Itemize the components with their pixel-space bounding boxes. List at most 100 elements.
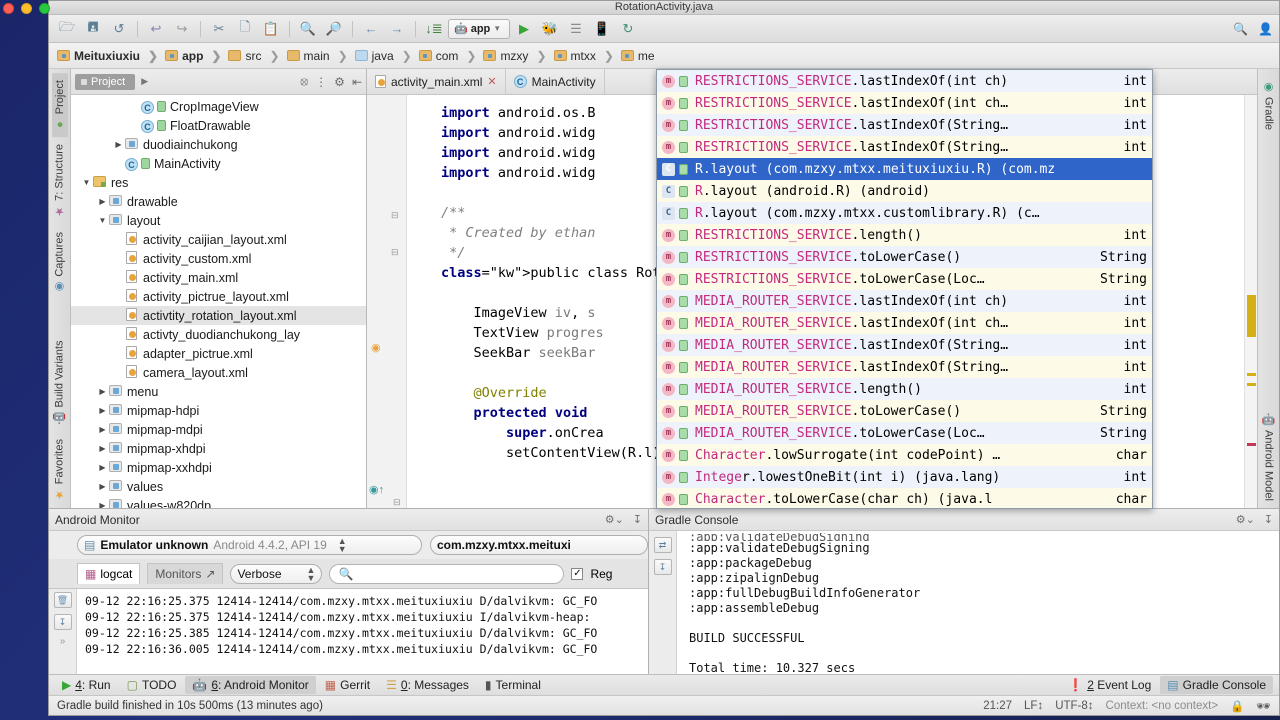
tab-activity-main-xml[interactable]: activity_main.xml ✕ [367,69,506,94]
status-tab-gradle-console[interactable]: ▤ Gradle Console [1160,676,1273,694]
completion-item[interactable]: m RESTRICTIONS_SERVICE .lastIndexOf(int ch… [657,92,1152,114]
chevron-right-icon[interactable]: ▶ [97,463,108,472]
line-separator[interactable]: LF↕ [1024,700,1043,712]
completion-item[interactable]: C R .layout (com.mzxy.mtxx.meituxiuxiu.R) (… [657,158,1152,180]
sidebar-item-gradle[interactable]: ◉ Gradle [1260,73,1277,137]
completion-item[interactable]: m Intege r.lowestOneBit(int i) (java.lang)… [657,466,1152,488]
chevron-down-icon[interactable]: ▼ [97,216,108,225]
sidebar-item-favorites[interactable]: ★ Favorites [51,432,68,508]
completion-item[interactable]: m RESTRICTIONS_SERVICE .toLowerCase(Loc… St… [657,268,1152,290]
file-encoding[interactable]: UTF-8↕ [1055,700,1093,712]
status-tab-messages[interactable]: ☰ 0: Messages [379,676,476,694]
editor-marker-bar[interactable] [1244,95,1257,508]
clear-logcat-icon[interactable]: 🗑 [53,592,72,608]
status-tab-gerrit[interactable]: ▦ Gerrit [318,676,377,694]
tree-item[interactable]: ▼ res [71,173,366,192]
completion-item[interactable]: m MEDIA_ROUTER_SERVICE .length() int [657,378,1152,400]
warning-marker[interactable] [1247,295,1256,337]
completion-item[interactable]: m MEDIA_ROUTER_SERVICE .toLowerCase(Loc… St… [657,422,1152,444]
gradle-refresh-icon[interactable]: ↻ [616,18,640,40]
logcat-lines[interactable]: 09-12 22:16:25.375 12414-12414/com.mzxy.… [77,589,648,674]
tree-item[interactable]: C FloatDrawable [71,116,366,135]
breadcrumb-item-me[interactable]: me [620,49,658,63]
fold-icon[interactable]: ⊟ [391,210,399,221]
paste-icon[interactable]: 📋 [259,18,283,40]
override-icon[interactable]: ◉↑ [369,483,384,496]
copy-icon[interactable]: 🗋 [233,18,257,40]
completion-item[interactable]: m RESTRICTIONS_SERVICE .toLowerCase() Strin… [657,246,1152,268]
breadcrumb-item-java[interactable]: java ❯ [354,49,419,63]
breadcrumb-item-mtxx[interactable]: mtxx ❯ [553,49,621,63]
sidebar-item-structure[interactable]: ★ 7: Structure [51,137,68,225]
tree-item[interactable]: ▶ mipmap-hdpi [71,401,366,420]
breadcrumb-item-app[interactable]: app ❯ [165,49,228,63]
logcat-search-input[interactable]: 🔍 [329,563,565,584]
status-tab-event-log[interactable]: ❗ 2 Event Log [1061,676,1158,694]
tree-item[interactable]: ▶ values-w820dp [71,496,366,508]
warning-marker[interactable] [1247,383,1256,386]
chevron-right-icon[interactable]: ▶ [97,501,108,508]
process-selector[interactable]: com.mzxy.mtxx.meituxi [430,535,648,555]
log-level-selector[interactable]: Verbose ▲ ▼ [230,563,323,584]
tree-item[interactable]: ▶ mipmap-xxhdpi [71,458,366,477]
regex-checkbox[interactable]: ✓ [571,567,584,580]
tab-monitors[interactable]: Monitors ↗ [147,563,224,584]
save-icon[interactable]: 🖪 [81,18,105,40]
breadcrumb-item-mzxy[interactable]: mzxy ❯ [483,49,553,63]
caret-position[interactable]: 21:27 [983,700,1012,712]
undo-icon[interactable]: ↩ [144,18,168,40]
fold-icon[interactable]: ⊟ [391,247,399,258]
search-icon[interactable]: 🔍 [1233,22,1248,36]
completion-item[interactable]: C R .layout (com.mzxy.mtxx.customlibrary.R)… [657,202,1152,224]
status-tab-android-monitor[interactable]: 🤖 6: Android Monitor [185,676,316,694]
avatar-icon[interactable]: 👤 [1258,22,1273,36]
gear-icon[interactable]: ⚙⌄ [605,513,624,526]
open-folder-icon[interactable]: 🗁 [55,18,79,40]
sidebar-item-captures[interactable]: ◉ Captures [51,225,68,301]
scroll-end-icon[interactable]: ↧ [53,614,72,630]
sync-icon[interactable]: ↺ [107,18,131,40]
locate-icon[interactable]: ⦻ [300,74,308,89]
status-tab-run[interactable]: ▶ 4: Run [55,676,118,694]
sidebar-item-build-variants[interactable]: 🤖 Build Variants [51,333,68,432]
lock-icon[interactable]: 🔒 [1230,699,1244,713]
redo-icon[interactable]: ↪ [170,18,194,40]
hide-panel-icon[interactable]: ↧ [1264,513,1273,526]
completion-item[interactable]: m RESTRICTIONS_SERVICE .lastIndexOf(String… [657,114,1152,136]
minimize-window-button[interactable] [21,3,32,14]
cut-icon[interactable]: ✂ [207,18,231,40]
tree-item[interactable]: activity_custom.xml [71,249,366,268]
completion-item[interactable]: m Character .toLowerCase(char ch) (java.l c… [657,488,1152,508]
completion-item[interactable]: m MEDIA_ROUTER_SERVICE .lastIndexOf(String… [657,356,1152,378]
sort-icon[interactable]: ↓≣ [422,18,446,40]
run-configuration-selector[interactable]: 🤖 app ▼ [448,18,510,39]
panel-expand-icon[interactable]: ▶ [141,76,148,87]
gear-icon[interactable]: ⚙⌄ [1236,513,1255,526]
breadcrumb-item-meituxiuxiu[interactable]: Meituxiuxiu ❯ [57,49,165,63]
forward-icon[interactable]: → [385,18,409,40]
tree-item[interactable]: ▶ menu [71,382,366,401]
tree-item[interactable]: ▶ duodiainchukong [71,135,366,154]
window-traffic-lights[interactable] [3,3,50,14]
tree-item[interactable]: camera_layout.xml [71,363,366,382]
inspector-icon[interactable]: 🕶 [1256,699,1271,713]
editor-gutter[interactable]: ⊟ ⊟ ◉ ◉↑ ⊟ [367,95,407,508]
completion-item[interactable]: m Character .lowSurrogate(int codePoint) …… [657,444,1152,466]
tree-item[interactable]: activtity_rotation_layout.xml [71,306,366,325]
close-icon[interactable]: ✕ [487,75,496,88]
breadcrumb-item-main[interactable]: main ❯ [286,49,355,63]
chevron-down-icon[interactable]: ▼ [81,178,92,187]
close-window-button[interactable] [3,3,14,14]
breadcrumb-item-com[interactable]: com ❯ [418,49,484,63]
find-icon[interactable]: 🔍 [296,18,320,40]
device-icon[interactable]: 📱 [590,18,614,40]
collapse-all-icon[interactable]: ⋮ [315,75,327,89]
chevron-right-icon[interactable]: ▶ [97,425,108,434]
more-icon[interactable]: » [60,636,66,647]
completion-item[interactable]: m MEDIA_ROUTER_SERVICE .lastIndexOf(int ch… [657,312,1152,334]
tree-item[interactable]: C CropImageView [71,97,366,116]
find-replace-icon[interactable]: 🔎 [322,18,346,40]
sidebar-item-project[interactable]: ● Project [51,73,68,138]
chevron-right-icon[interactable]: ▶ [113,140,124,149]
tree-item[interactable]: ▼ layout [71,211,366,230]
